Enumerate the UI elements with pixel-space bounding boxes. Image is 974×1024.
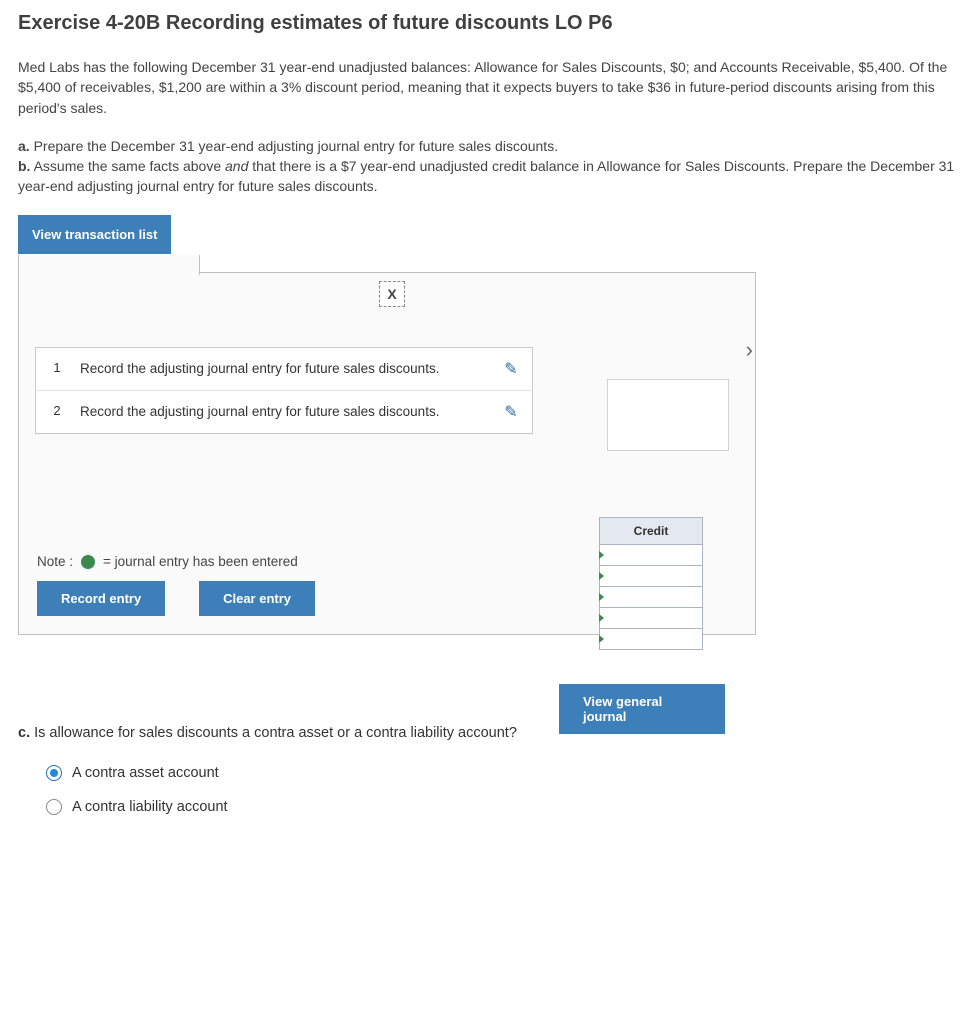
part-c: c. Is allowance for sales discounts a co…	[18, 725, 956, 815]
clear-entry-button[interactable]: Clear entry	[199, 581, 315, 616]
chevron-right-icon[interactable]: ›	[746, 337, 753, 363]
text-c: Is allowance for sales discounts a contr…	[30, 725, 517, 741]
transaction-panel: 1 Record the adjusting journal entry for…	[18, 272, 756, 635]
credit-cell[interactable]	[600, 607, 703, 628]
option-label: A contra liability account	[72, 799, 228, 815]
table-row[interactable]: 1 Record the adjusting journal entry for…	[36, 347, 533, 390]
option-label: A contra asset account	[72, 765, 219, 781]
credit-cell[interactable]	[600, 628, 703, 649]
note-text: = journal entry has been entered	[103, 554, 298, 569]
row-description: Record the adjusting journal entry for f…	[78, 391, 490, 434]
exercise-title: Exercise 4-20B Recording estimates of fu…	[18, 12, 956, 35]
credit-cell[interactable]	[600, 544, 703, 565]
entered-indicator-icon	[81, 555, 95, 569]
view-general-journal-button[interactable]: View general journal	[559, 684, 725, 734]
credit-header: Credit	[600, 517, 703, 544]
row-number: 2	[36, 391, 79, 434]
edit-icon[interactable]: ✎	[504, 361, 517, 378]
option-contra-asset[interactable]: A contra asset account	[46, 765, 956, 781]
row-description: Record the adjusting journal entry for f…	[78, 347, 490, 390]
text-a: Prepare the December 31 year-end adjusti…	[30, 138, 558, 154]
view-transaction-list-button[interactable]: View transaction list	[18, 215, 171, 254]
label-b: b.	[18, 158, 30, 174]
text-b1: Assume the same facts above	[30, 158, 225, 174]
label-c: c.	[18, 725, 30, 741]
edit-icon[interactable]: ✎	[504, 404, 517, 421]
row-number: 1	[36, 347, 79, 390]
tab-connector	[18, 255, 200, 275]
credit-table: Credit	[599, 517, 703, 650]
parts-a-b: a. Prepare the December 31 year-end adju…	[18, 136, 956, 197]
note-label: Note :	[37, 554, 73, 569]
credit-cell[interactable]	[600, 586, 703, 607]
record-entry-button[interactable]: Record entry	[37, 581, 165, 616]
intro-paragraph: Med Labs has the following December 31 y…	[18, 57, 956, 118]
option-contra-liability[interactable]: A contra liability account	[46, 799, 956, 815]
radio-icon[interactable]	[46, 765, 62, 781]
label-a: a.	[18, 138, 30, 154]
blank-card[interactable]	[607, 379, 729, 451]
close-icon[interactable]: X	[379, 281, 405, 307]
part-c-question: c. Is allowance for sales discounts a co…	[18, 725, 956, 741]
transaction-list-table: 1 Record the adjusting journal entry for…	[35, 347, 533, 434]
radio-icon[interactable]	[46, 799, 62, 815]
text-b-and: and	[225, 158, 248, 174]
credit-cell[interactable]	[600, 565, 703, 586]
table-row[interactable]: 2 Record the adjusting journal entry for…	[36, 391, 533, 434]
